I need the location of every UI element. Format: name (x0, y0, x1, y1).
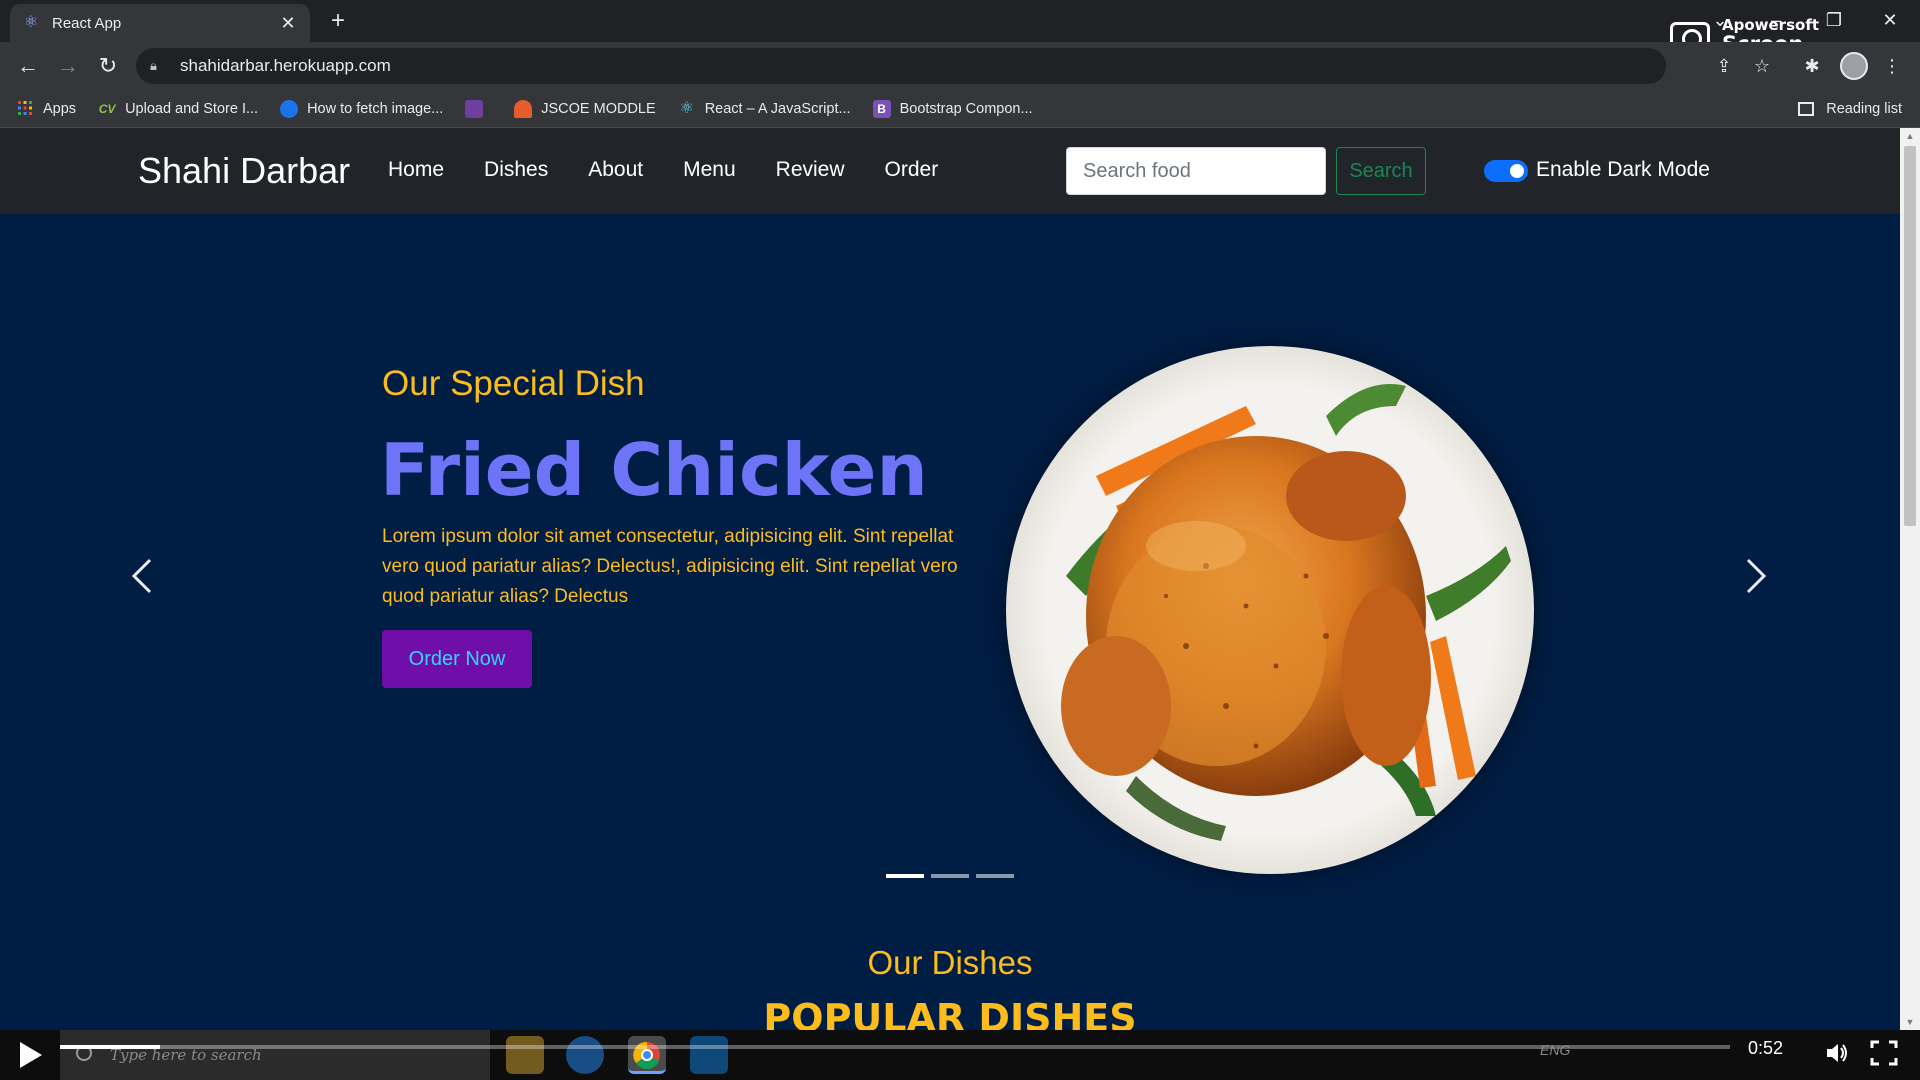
bookmark-apps[interactable]: Apps (16, 100, 76, 118)
chrome-logo-icon (633, 1041, 660, 1070)
order-now-button[interactable]: Order Now (382, 630, 532, 688)
react-logo-icon: ⚛ (679, 99, 694, 117)
video-progress-bar[interactable] (60, 1045, 1730, 1049)
file-explorer-icon[interactable] (506, 1036, 544, 1074)
search-button[interactable]: Search (1336, 147, 1426, 195)
bookmark-label: React – A JavaScript... (704, 100, 851, 117)
nav-link-home[interactable]: Home (388, 158, 444, 182)
nav-link-order[interactable]: Order (885, 158, 939, 182)
chrome-browser-icon[interactable] (628, 1036, 666, 1074)
chevron-right-icon (1746, 558, 1767, 594)
carousel-prev-button[interactable] (122, 546, 162, 606)
reading-list-label: Reading list (1826, 101, 1902, 117)
video-player-bar: Type here to search (0, 1030, 1920, 1080)
scroll-up-arrow-icon[interactable]: ▲ (1900, 128, 1920, 144)
profile-avatar[interactable] (1840, 52, 1868, 80)
volume-icon[interactable] (1824, 1040, 1850, 1066)
taskbar-search-box[interactable]: Type here to search (60, 1030, 490, 1080)
bookmark-react[interactable]: ⚛ React – A JavaScript... (678, 100, 851, 118)
share-icon[interactable]: ⇪ (1708, 50, 1740, 82)
play-icon[interactable] (20, 1042, 42, 1068)
bookmark-label: Bootstrap Compon... (899, 100, 1033, 117)
bookmark-label: JSCOE MODDLE (541, 100, 656, 117)
carousel-indicator-2[interactable] (931, 874, 969, 878)
reading-list-icon (1798, 102, 1815, 116)
browser-tab-react-app[interactable]: ⚛ React App ✕ (10, 4, 310, 42)
browser-toolbar: ← → ↻ 🔒︎ shahidarbar.herokuapp.com ⇪ ☆ ✱… (0, 42, 1920, 90)
extensions-puzzle-icon[interactable]: ✱ (1796, 50, 1828, 82)
nav-link-about[interactable]: About (588, 158, 643, 182)
nav-link-review[interactable]: Review (776, 158, 845, 182)
new-tab-button[interactable]: + (324, 8, 352, 36)
kebab-menu-icon[interactable]: ⋮ (1876, 50, 1908, 82)
chevron-left-icon (131, 558, 152, 594)
reload-icon[interactable]: ↻ (94, 52, 122, 80)
roast-chicken-illustration (1061, 384, 1511, 841)
hero-description: Lorem ipsum dolor sit amet consectetur, … (382, 526, 958, 607)
vscode-icon[interactable] (690, 1036, 728, 1074)
video-progress-fill (60, 1045, 161, 1049)
nav-link-menu[interactable]: Menu (683, 158, 736, 182)
dark-mode-label: Enable Dark Mode (1536, 158, 1710, 181)
section-subtitle: Our Dishes (867, 944, 1033, 981)
purple-bookmark-icon (465, 99, 484, 118)
site-navbar: Shahi Darbar Home Dishes About Menu Revi… (0, 128, 1900, 214)
carousel-next-button[interactable] (1736, 546, 1776, 606)
bookmarks-bar: Apps CV Upload and Store I... How to fet… (0, 90, 1920, 128)
carousel-indicators (886, 874, 1021, 878)
toggle-knob (1510, 164, 1524, 178)
blue-circle-icon (280, 99, 299, 118)
page-scrollbar[interactable]: ▲ ▼ (1900, 128, 1920, 1030)
bootstrap-icon: B (872, 99, 891, 118)
bookmark-untitled[interactable] (465, 99, 492, 118)
reading-list-button[interactable]: Reading list (1798, 90, 1902, 128)
bookmark-label: Apps (43, 100, 77, 117)
nav-link-dishes[interactable]: Dishes (484, 158, 548, 182)
scroll-down-arrow-icon[interactable]: ▼ (1900, 1014, 1920, 1030)
bookmark-jscoe-moddle[interactable]: JSCOE MODDLE (514, 99, 656, 118)
moodle-icon (514, 99, 533, 118)
back-arrow-icon[interactable]: ← (14, 52, 42, 80)
bookmark-label: How to fetch image... (307, 100, 444, 117)
dark-mode-toggle[interactable] (1484, 160, 1528, 182)
tab-title: React App (52, 14, 122, 32)
address-bar-url: shahidarbar.herokuapp.com (180, 56, 391, 75)
bookmark-label: Upload and Store I... (125, 100, 259, 117)
carousel-indicator-1[interactable] (886, 874, 924, 878)
browser-tab-bar: ⚛ React App ✕ + ⌄ – ❐ ✕ (0, 0, 1920, 42)
cv-icon: CV (98, 101, 116, 116)
site-brand[interactable]: Shahi Darbar (138, 150, 350, 192)
edge-browser-icon[interactable] (566, 1036, 604, 1074)
roast-chicken-plate-image (1006, 346, 1534, 874)
lock-icon: 🔒︎ (150, 58, 157, 73)
scrollbar-thumb[interactable] (1904, 146, 1916, 526)
search-food-input[interactable] (1066, 147, 1326, 195)
web-page: Shahi Darbar Home Dishes About Menu Revi… (0, 128, 1900, 1030)
address-bar[interactable]: 🔒︎ shahidarbar.herokuapp.com (136, 48, 1666, 84)
system-tray-language: ENG (1540, 1042, 1571, 1058)
carousel-indicator-3[interactable] (976, 874, 1014, 878)
tab-close-icon[interactable]: ✕ (278, 13, 298, 34)
hero-title: Fried Chicken (380, 428, 928, 512)
forward-arrow-icon[interactable]: → (54, 52, 82, 80)
bookmark-star-icon[interactable]: ☆ (1746, 50, 1778, 82)
video-time: 0:52 (1748, 1038, 1784, 1058)
hero-subtitle: Our Special Dish (382, 364, 645, 403)
bookmark-bootstrap[interactable]: B Bootstrap Compon... (872, 99, 1033, 118)
bookmark-how-to-fetch-image[interactable]: How to fetch image... (280, 99, 444, 118)
nav-links: Home Dishes About Menu Review Order (388, 158, 978, 182)
fullscreen-icon[interactable] (1870, 1040, 1898, 1066)
apps-grid-icon (16, 100, 34, 118)
react-logo-icon: ⚛ (23, 14, 39, 31)
section-title: POPULAR DISHES (763, 996, 1137, 1030)
bookmark-upload-and-store[interactable]: CV Upload and Store I... (98, 100, 258, 118)
